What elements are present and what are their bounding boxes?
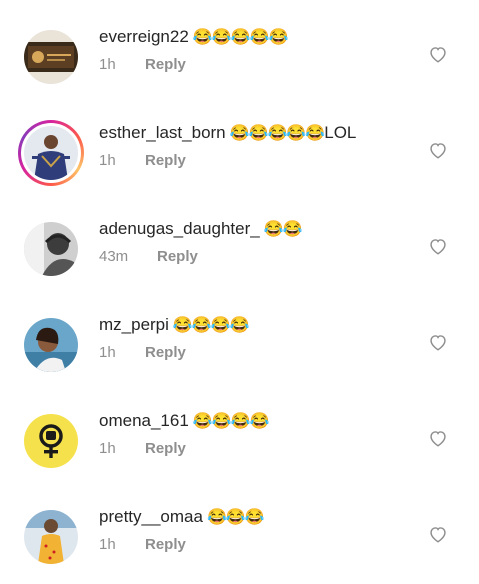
reply-button[interactable]: Reply [145, 344, 186, 361]
comment-time: 43m [99, 248, 129, 265]
avatar[interactable] [24, 414, 78, 468]
heart-outline-icon[interactable] [428, 429, 448, 447]
heart-outline-icon[interactable] [428, 237, 448, 255]
avatar-image [24, 126, 78, 180]
comment-username[interactable]: mz_perpi [99, 315, 169, 334]
reply-button[interactable]: Reply [145, 440, 186, 457]
comment-row: omena_161 😂😂😂😂 1h Reply [0, 392, 479, 488]
avatar-image [24, 222, 78, 276]
comment-emoji: 😂😂 [263, 221, 303, 238]
avatar[interactable] [24, 30, 78, 84]
reply-button[interactable]: Reply [145, 56, 186, 73]
comment-meta: 1h Reply [99, 56, 186, 73]
comment-time: 1h [99, 152, 116, 169]
reply-button[interactable]: Reply [145, 536, 186, 553]
comment-username[interactable]: esther_last_born [99, 123, 226, 142]
comment-emoji: 😂😂😂😂 [192, 413, 270, 430]
comment-username[interactable]: adenugas_daughter_ [99, 219, 260, 238]
comment-text: esther_last_born 😂😂😂😂😂LOL [99, 122, 356, 145]
avatar-image [24, 510, 78, 564]
reply-button[interactable]: Reply [157, 248, 198, 265]
comment-row: esther_last_born 😂😂😂😂😂LOL 1h Reply [0, 104, 479, 200]
comment-list: everreign22 😂😂😂😂😂 1h Reply esther_last_b… [0, 0, 479, 570]
comment-time: 1h [99, 344, 116, 361]
heart-outline-icon[interactable] [428, 141, 448, 159]
comment-time: 1h [99, 536, 116, 553]
comment-row: adenugas_daughter_ 😂😂 43m Reply [0, 200, 479, 296]
heart-outline-icon[interactable] [428, 333, 448, 351]
comment-emoji: 😂😂😂😂😂 [229, 125, 326, 142]
comment-time: 1h [99, 440, 116, 457]
comment-emoji: 😂😂😂 [206, 509, 265, 526]
comment-emoji: 😂😂😂😂 [172, 317, 250, 334]
comment-time: 1h [99, 56, 116, 73]
female-fist-icon [24, 414, 78, 468]
comment-username[interactable]: pretty__omaa [99, 507, 203, 526]
comment-meta: 1h Reply [99, 344, 186, 361]
comment-text: mz_perpi 😂😂😂😂 [99, 314, 250, 337]
comment-meta: 1h Reply [99, 536, 186, 553]
comment-row: everreign22 😂😂😂😂😂 1h Reply [0, 8, 479, 104]
avatar[interactable] [24, 318, 78, 372]
comment-username[interactable]: everreign22 [99, 27, 189, 46]
comment-suffix: LOL [324, 123, 357, 142]
comment-meta: 43m Reply [99, 248, 198, 265]
avatar[interactable] [24, 510, 78, 564]
heart-outline-icon[interactable] [428, 525, 448, 543]
avatar-image [24, 318, 78, 372]
comment-text: omena_161 😂😂😂😂 [99, 410, 269, 433]
avatar [24, 126, 78, 180]
avatar-image [24, 30, 78, 84]
comment-text: pretty__omaa 😂😂😂 [99, 506, 265, 529]
comment-username[interactable]: omena_161 [99, 411, 189, 430]
comment-emoji: 😂😂😂😂😂 [192, 29, 289, 46]
comment-meta: 1h Reply [99, 152, 186, 169]
reply-button[interactable]: Reply [145, 152, 186, 169]
story-ring[interactable] [18, 120, 84, 186]
heart-outline-icon[interactable] [428, 45, 448, 63]
comment-text: everreign22 😂😂😂😂😂 [99, 26, 289, 49]
comment-meta: 1h Reply [99, 440, 186, 457]
comment-text: adenugas_daughter_ 😂😂 [99, 218, 303, 241]
avatar[interactable] [24, 222, 78, 276]
comment-row: mz_perpi 😂😂😂😂 1h Reply [0, 296, 479, 392]
